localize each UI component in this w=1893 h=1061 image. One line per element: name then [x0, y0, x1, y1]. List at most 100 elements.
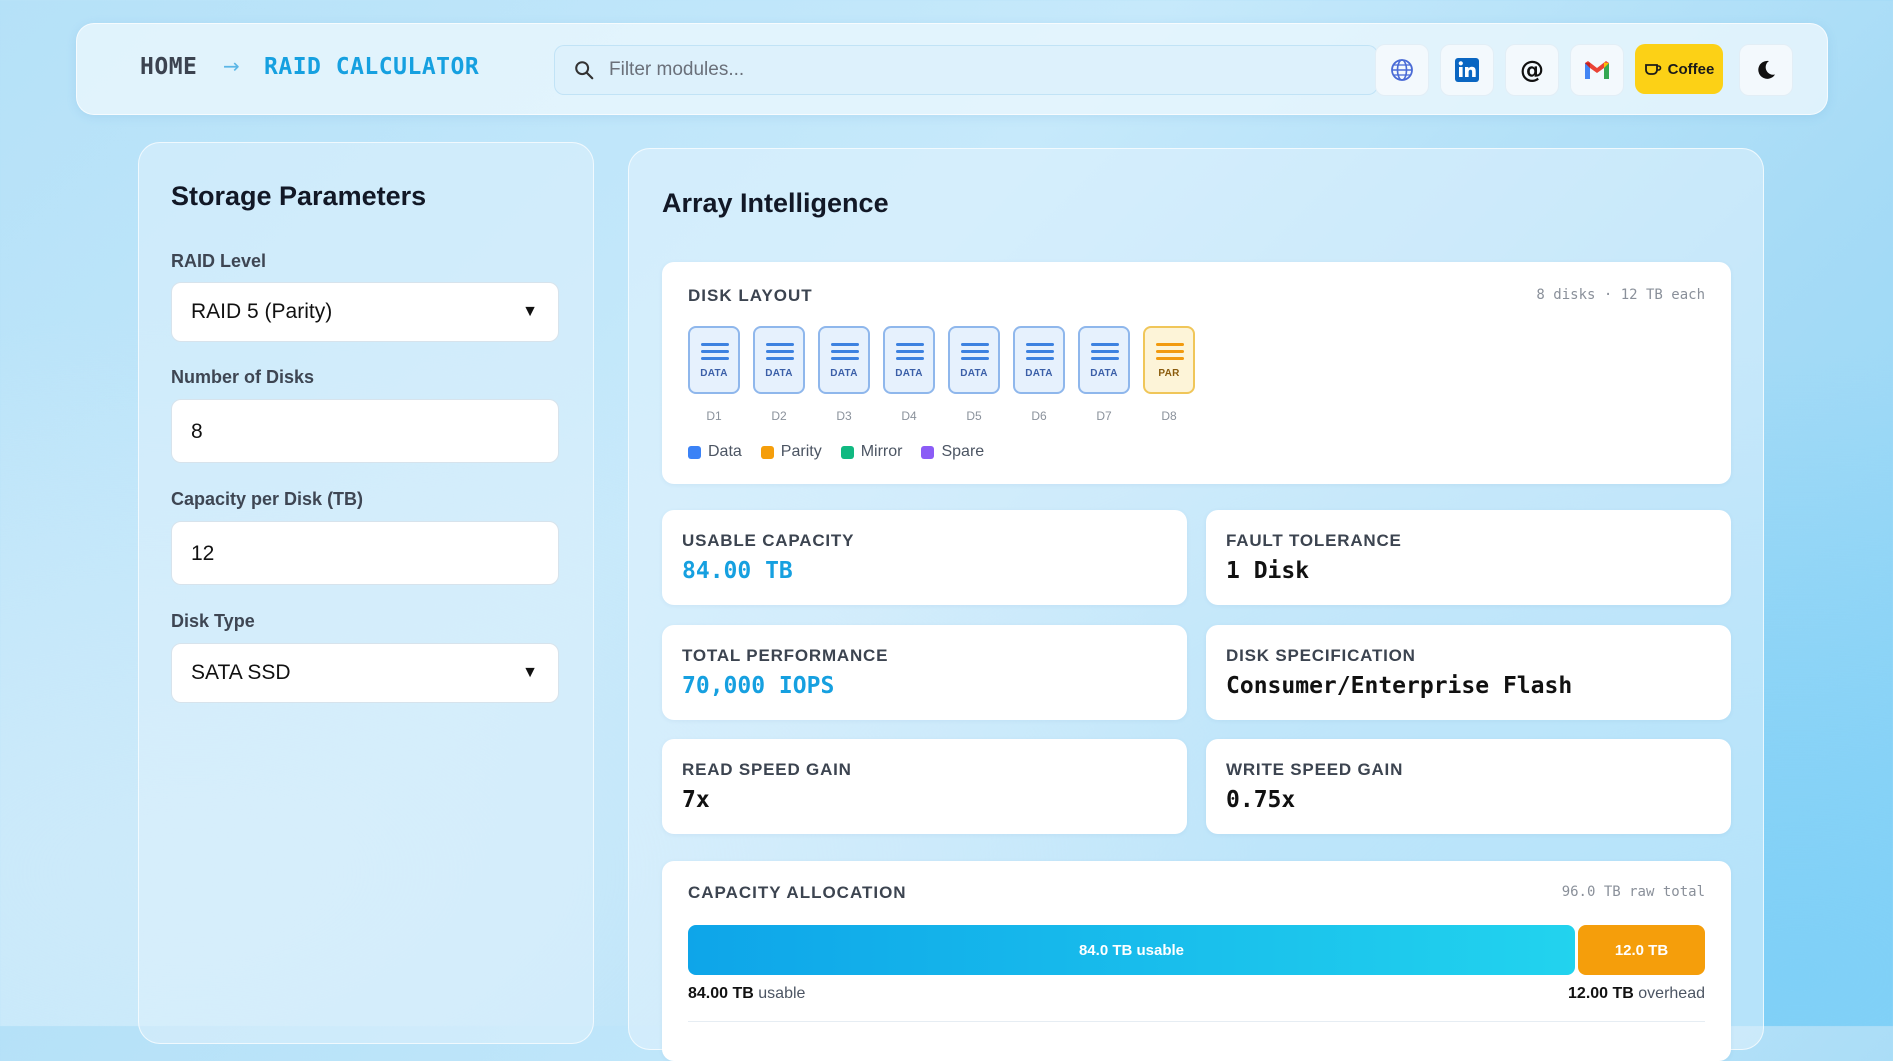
capacity-label: Capacity per Disk (TB) [171, 489, 364, 509]
disk-tile-4[interactable]: DATA [883, 326, 935, 394]
raid-level-select[interactable]: RAID 5 (Parity) ▼ [171, 282, 559, 342]
disk-icon [766, 343, 794, 364]
search-input[interactable] [607, 46, 1351, 94]
legend-swatch [921, 445, 935, 459]
disk-name-label: D3 [836, 409, 852, 423]
legend-swatch [688, 445, 701, 459]
disk-type-label: Disk Type [171, 611, 255, 631]
total-performance-card: TOTAL PERFORMANCE 70,000 IOPS [662, 625, 1187, 720]
disk-role-label: DATA [960, 368, 988, 379]
breadcrumb-home[interactable]: HOME [140, 54, 197, 80]
raid-level-label: RAID Level [171, 251, 267, 271]
read-speed-card: READ SPEED GAIN 7x [662, 739, 1187, 834]
disk-icon [961, 343, 989, 364]
disk-role-label: DATA [830, 368, 858, 379]
overhead-amount: 12.00 TB [1568, 985, 1634, 1002]
capacity-input[interactable]: 12 [171, 521, 559, 585]
disk-role-label: PAR [1158, 368, 1180, 379]
disk-layout-title: DISK LAYOUT [688, 286, 813, 305]
breadcrumb-current: RAID CALCULATOR [264, 54, 480, 80]
disk-icon [1156, 343, 1184, 364]
disk-layout-card: DISK LAYOUT 8 disks · 12 TB each DATA D1 D… [662, 262, 1731, 484]
disk-role-label: DATA [700, 368, 728, 379]
disk-name-label: D1 [706, 409, 722, 423]
theme-toggle-button[interactable] [1739, 44, 1793, 96]
disk-tile-2[interactable]: DATA [753, 326, 805, 394]
capacity-allocation-card: CAPACITY ALLOCATION 96.0 TB raw total 84… [662, 861, 1731, 1061]
usable-segment-label: 84.0 TB usable [1078, 941, 1185, 959]
chevron-down-icon: ▼ [522, 303, 538, 320]
usable-segment: 84.0 TB usable [688, 925, 1575, 975]
coffee-button[interactable]: Coffee [1635, 44, 1723, 94]
disk-name-label: D8 [1161, 409, 1177, 423]
search-box[interactable] [554, 45, 1378, 95]
legend-data: Data [708, 443, 742, 460]
disk-role-label: DATA [1025, 368, 1053, 379]
disk-role-label: DATA [765, 368, 793, 379]
disk-tile-7[interactable]: DATA [1078, 326, 1130, 394]
stat-label: FAULT TOLERANCE [1226, 531, 1402, 550]
legend-swatch [760, 445, 774, 459]
disk-name-label: D2 [771, 409, 787, 423]
legend-spare: Spare [941, 443, 985, 460]
disk-icon [1026, 343, 1054, 364]
disk-icon [896, 343, 924, 364]
top-header: HOME → RAID CALCULATOR @ [76, 23, 1828, 115]
allocation-bar: 84.0 TB usable 12.0 TB [688, 861, 1705, 981]
disk-tile-1[interactable]: DATA [688, 326, 740, 394]
disk-type-value: SATA SSD [191, 661, 291, 684]
disk-role-label: DATA [895, 368, 923, 379]
gmail-icon [1585, 61, 1609, 79]
storage-parameters-panel: Storage Parameters RAID Level RAID 5 (Pa… [138, 142, 594, 1044]
usable-summary: 84.00 TB usable [688, 985, 805, 1003]
linkedin-icon [1455, 58, 1479, 82]
disk-tile-3[interactable]: DATA [818, 326, 870, 394]
write-speed-card: WRITE SPEED GAIN 0.75x [1206, 739, 1731, 834]
legend-mirror: Mirror [860, 443, 903, 460]
linkedin-button[interactable] [1440, 44, 1494, 96]
stat-label: DISK SPECIFICATION [1226, 646, 1416, 665]
coffee-icon [1644, 64, 1661, 75]
legend-parity: Parity [780, 443, 822, 460]
disk-name-label: D4 [901, 409, 917, 423]
disk-icon [1091, 343, 1119, 364]
stat-label: READ SPEED GAIN [682, 760, 852, 779]
disk-tile-5[interactable]: DATA [948, 326, 1000, 394]
coffee-label: Coffee [1667, 60, 1715, 78]
disk-count-label: Number of Disks [171, 367, 315, 387]
overhead-segment: 12.0 TB [1578, 925, 1705, 975]
divider [688, 1021, 1705, 1022]
array-intelligence-panel: Array Intelligence DISK LAYOUT 8 disks ·… [628, 148, 1764, 1061]
breadcrumb-arrow-icon: → [223, 54, 240, 78]
stat-label: WRITE SPEED GAIN [1226, 760, 1404, 779]
email-at-button[interactable]: @ [1505, 44, 1559, 96]
disk-tile-6[interactable]: DATA [1013, 326, 1065, 394]
stat-value: 7x [682, 787, 710, 813]
disk-tile-8[interactable]: PAR [1143, 326, 1195, 394]
chevron-down-icon: ▼ [522, 664, 538, 681]
disk-count-value: 8 [191, 420, 203, 443]
disk-specification-card: DISK SPECIFICATION Consumer/Enterprise F… [1206, 625, 1731, 720]
usable-capacity-card: USABLE CAPACITY 84.00 TB [662, 510, 1187, 605]
search-icon [575, 61, 594, 80]
raid-level-value: RAID 5 (Parity) [191, 300, 333, 323]
disk-icon [831, 343, 859, 364]
moon-icon [1758, 60, 1775, 79]
capacity-value: 12 [191, 542, 215, 565]
stat-label: TOTAL PERFORMANCE [682, 646, 889, 665]
disk-type-select[interactable]: SATA SSD ▼ [171, 643, 559, 703]
disk-role-label: DATA [1090, 368, 1118, 379]
stat-label: USABLE CAPACITY [682, 531, 855, 550]
panel-title: Storage Parameters [171, 181, 427, 211]
gmail-button[interactable] [1570, 44, 1624, 96]
at-icon: @ [1520, 56, 1544, 84]
overhead-summary: 12.00 TB overhead [1568, 985, 1705, 1003]
panel-title: Array Intelligence [662, 188, 889, 218]
globe-button[interactable] [1375, 44, 1429, 96]
disk-count-input[interactable]: 8 [171, 399, 559, 463]
stat-value: 0.75x [1226, 787, 1296, 813]
globe-icon [1391, 59, 1413, 81]
stat-value: 70,000 IOPS [682, 673, 835, 699]
usable-word: usable [758, 985, 806, 1002]
disk-name-label: D5 [966, 409, 982, 423]
